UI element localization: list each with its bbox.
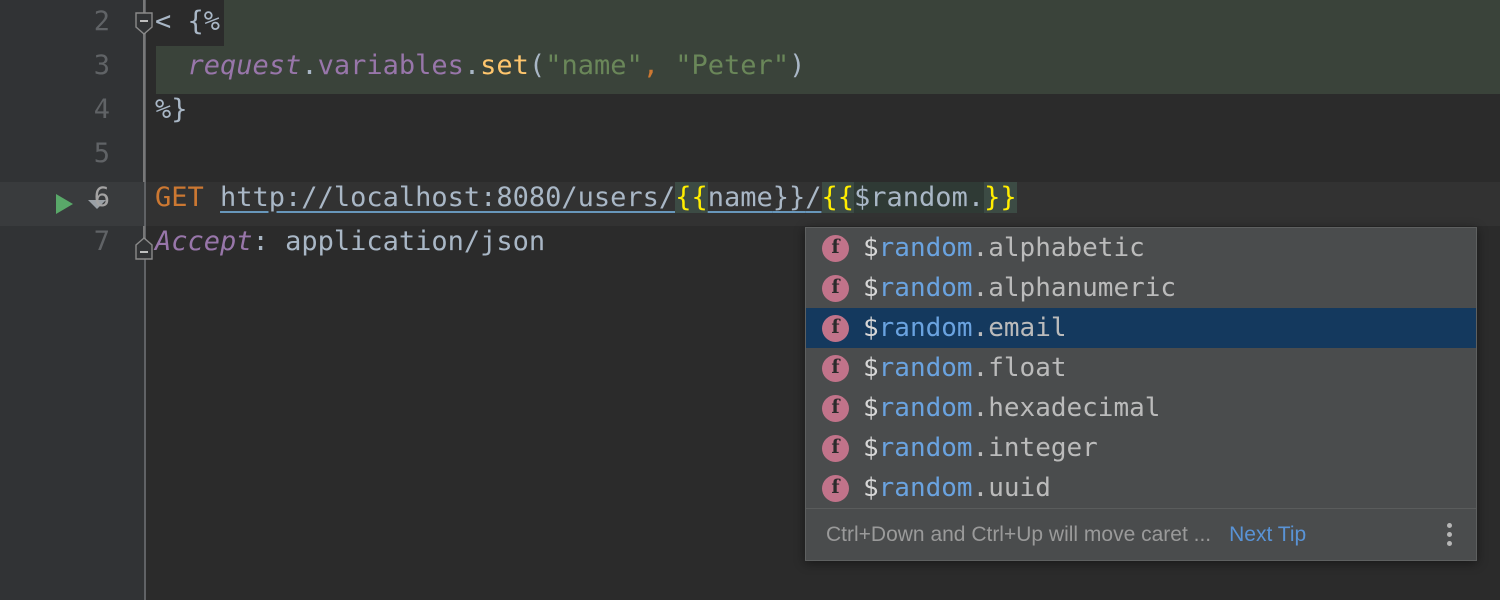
code-line-content: request.variables.set("name", "Peter") (155, 44, 805, 88)
code-token: {{ (822, 182, 855, 213)
code-line-5[interactable]: 5 (0, 132, 1500, 176)
next-tip-link[interactable]: Next Tip (1229, 523, 1306, 547)
autocomplete-item[interactable]: f $random.uuid (806, 468, 1476, 508)
code-token: set (480, 50, 529, 81)
autocomplete-item-label: $random.float (863, 353, 1067, 383)
code-token: "Peter" (675, 50, 789, 81)
code-token: {{ (675, 182, 708, 213)
line-number: 6 (80, 176, 110, 220)
autocomplete-item-label: $random.email (863, 313, 1067, 343)
code-token: http://localhost:8080/users/ (220, 182, 675, 213)
code-line-4[interactable]: 4%} (0, 88, 1500, 132)
code-token: , (643, 50, 659, 81)
code-token: application/json (269, 226, 545, 257)
function-icon: f (822, 355, 849, 382)
line-number: 2 (80, 0, 110, 44)
code-token: "name" (545, 50, 643, 81)
line-number: 5 (80, 132, 110, 176)
code-line-3[interactable]: 3 request.variables.set("name", "Peter") (0, 44, 1500, 88)
code-token: request (188, 50, 302, 81)
code-editor[interactable]: 2< {%3 request.variables.set("name", "Pe… (0, 0, 1500, 600)
line-number: 4 (80, 88, 110, 132)
autocomplete-item[interactable]: f $random.alphanumeric (806, 268, 1476, 308)
code-line-2[interactable]: 2 < {% (0, 0, 1500, 44)
autocomplete-item[interactable]: f $random.hexadecimal (806, 388, 1476, 428)
autocomplete-popup[interactable]: f $random.alphabetic f $random.alphanumeric… (805, 227, 1477, 561)
code-token: $random. (854, 182, 984, 213)
code-token: : (253, 226, 269, 257)
code-token: . (301, 50, 317, 81)
code-token (659, 50, 675, 81)
autocomplete-item[interactable]: f $random.integer (806, 428, 1476, 468)
autocomplete-item[interactable]: f $random.alphabetic (806, 228, 1476, 268)
code-token: %} (155, 94, 188, 125)
code-line-content: %} (155, 88, 188, 132)
code-token: Accept (155, 226, 253, 257)
autocomplete-item-label: $random.uuid (863, 473, 1051, 503)
code-token: {% (188, 6, 221, 37)
code-line-6[interactable]: 6GET http://localhost:8080/users/{{name}… (0, 176, 1500, 220)
line-number: 3 (80, 44, 110, 88)
code-token: / (805, 182, 821, 213)
autocomplete-tip-bar: Ctrl+Down and Ctrl+Up will move caret ..… (806, 508, 1476, 560)
code-line-content: < {% (155, 0, 220, 44)
autocomplete-item[interactable]: f $random.float (806, 348, 1476, 388)
autocomplete-item-label: $random.hexadecimal (863, 393, 1160, 423)
autocomplete-item-label: $random.integer (863, 433, 1098, 463)
code-token: < (155, 6, 188, 37)
code-token (155, 50, 188, 81)
function-icon: f (822, 235, 849, 262)
code-token: name (708, 182, 773, 213)
kebab-menu-icon[interactable] (1438, 522, 1460, 548)
code-token: . (464, 50, 480, 81)
function-icon: f (822, 475, 849, 502)
autocomplete-item[interactable]: f $random.email (806, 308, 1476, 348)
code-token: }} (773, 182, 806, 213)
autocomplete-list[interactable]: f $random.alphabetic f $random.alphanumeric… (806, 228, 1476, 508)
code-token: ( (529, 50, 545, 81)
tip-text: Ctrl+Down and Ctrl+Up will move caret ..… (826, 523, 1211, 547)
code-token: GET (155, 182, 220, 213)
autocomplete-item-label: $random.alphabetic (863, 233, 1145, 263)
function-icon: f (822, 395, 849, 422)
function-icon: f (822, 315, 849, 342)
code-token: variables (318, 50, 464, 81)
function-icon: f (822, 275, 849, 302)
code-token: ) (789, 50, 805, 81)
line-number: 7 (80, 220, 110, 264)
code-line-content: Accept: application/json (155, 220, 545, 264)
autocomplete-item-label: $random.alphanumeric (863, 273, 1176, 303)
function-icon: f (822, 435, 849, 462)
code-line-content: GET http://localhost:8080/users/{{name}}… (155, 176, 1017, 220)
code-token: }} (984, 182, 1017, 213)
